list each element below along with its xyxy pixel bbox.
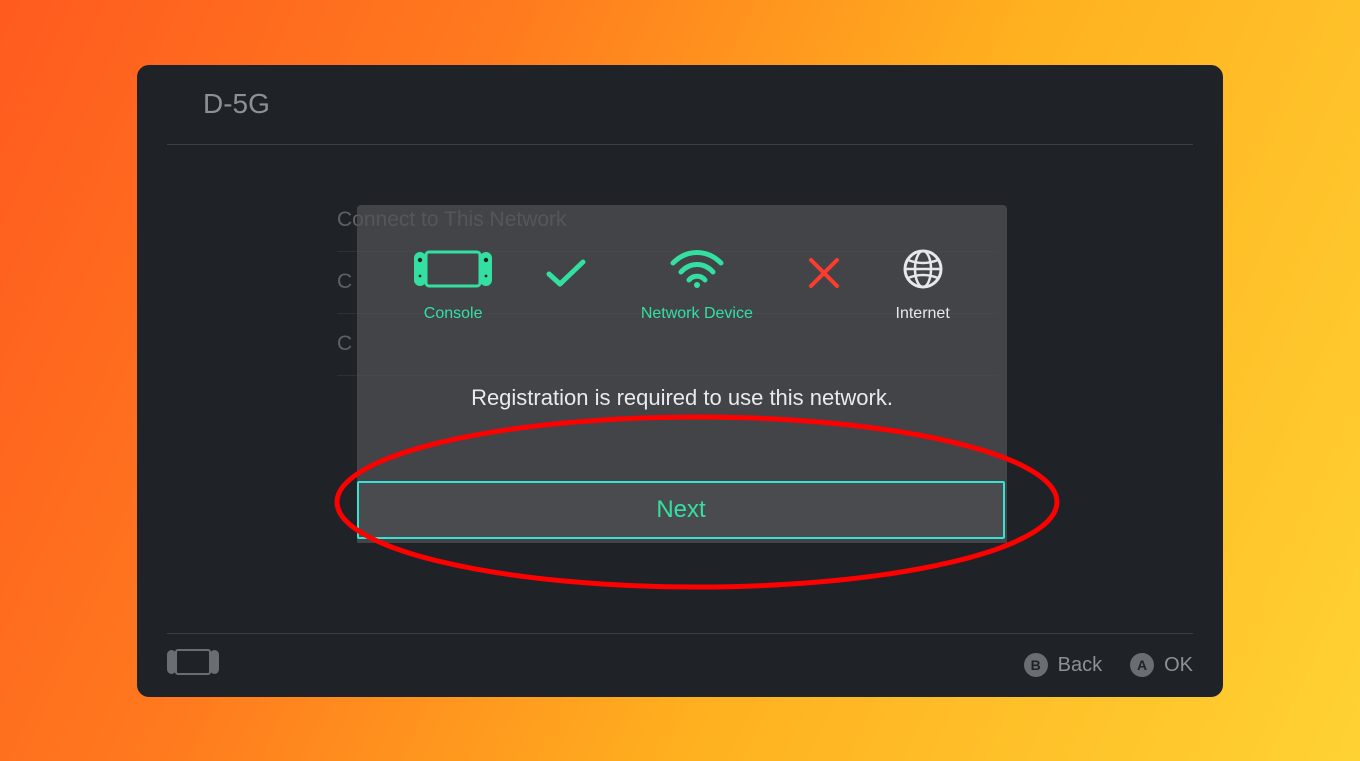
list-item-label: C <box>337 332 352 356</box>
page-background: D-5G Connect to This Network C C <box>0 0 1360 761</box>
globe-icon <box>902 245 944 293</box>
status-internet: Internet <box>896 245 950 323</box>
footer-bar: B Back A OK <box>167 633 1193 697</box>
console-icon <box>414 245 492 293</box>
status-console: Console <box>414 245 492 323</box>
page-title: D-5G <box>203 88 270 120</box>
console-label: Console <box>424 305 483 323</box>
status-network-device: Network Device <box>641 245 753 323</box>
console-screen: D-5G Connect to This Network C C <box>137 65 1223 697</box>
footer-hints: B Back A OK <box>1024 653 1193 677</box>
connection-status-row: Console N <box>357 205 1007 323</box>
a-button-icon: A <box>1130 653 1154 677</box>
header-bar: D-5G <box>167 65 1193 145</box>
next-button-label: Next <box>656 496 705 524</box>
internet-label: Internet <box>896 305 950 323</box>
network-device-label: Network Device <box>641 305 753 323</box>
controller-icon <box>167 649 219 681</box>
ok-label: OK <box>1164 654 1193 677</box>
wifi-icon <box>669 245 725 293</box>
next-button[interactable]: Next <box>357 481 1005 539</box>
dialog-message: Registration is required to use this net… <box>357 385 1007 411</box>
checkmark-icon <box>546 249 586 297</box>
b-button-icon: B <box>1024 653 1048 677</box>
back-label: Back <box>1058 654 1102 677</box>
x-icon <box>807 249 841 297</box>
ok-hint[interactable]: A OK <box>1130 653 1193 677</box>
back-hint[interactable]: B Back <box>1024 653 1102 677</box>
list-item-label: C <box>337 270 352 294</box>
